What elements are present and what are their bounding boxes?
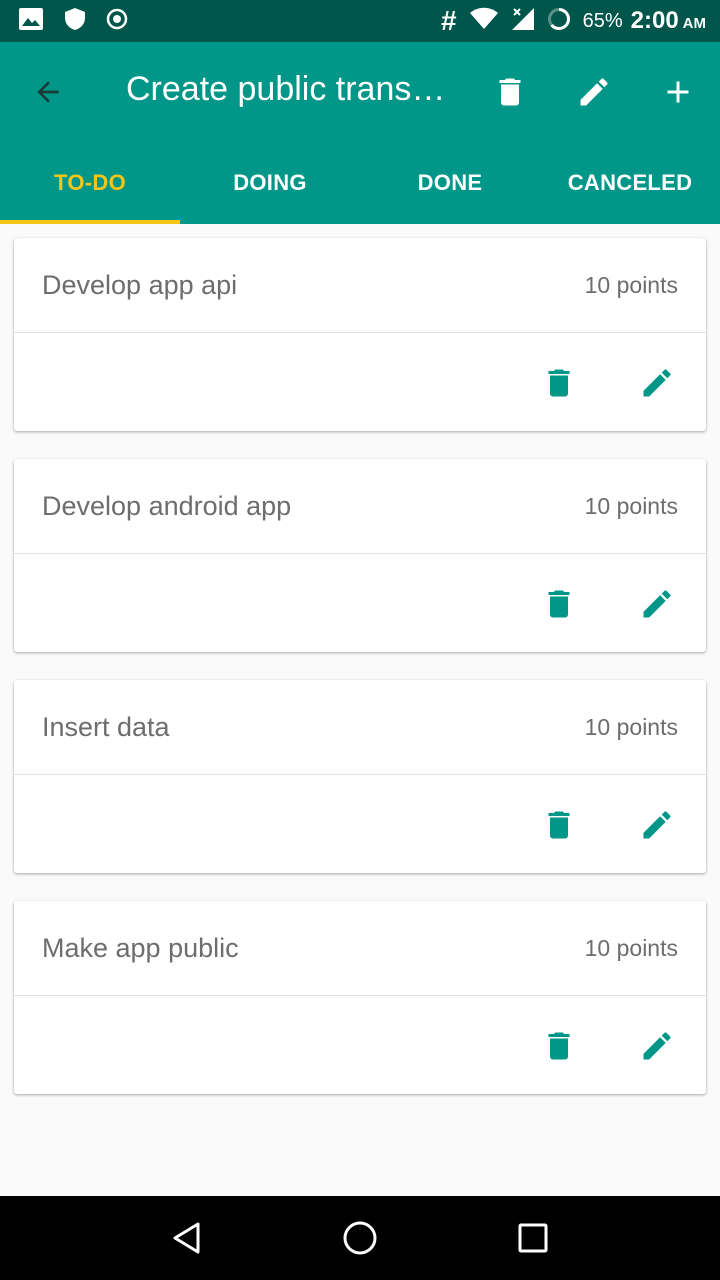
edit-task-button[interactable] (637, 1026, 677, 1066)
trash-icon (548, 811, 570, 839)
delete-project-button[interactable] (488, 70, 532, 114)
tab-done[interactable]: DONE (360, 142, 540, 224)
edit-task-button[interactable] (637, 584, 677, 624)
delete-task-button[interactable] (539, 1026, 579, 1066)
task-card-actions (14, 333, 706, 430)
task-points: 10 points (584, 934, 678, 961)
trash-icon (548, 1032, 570, 1060)
trash-icon (499, 78, 521, 106)
nav-recents-button[interactable] (511, 1216, 555, 1260)
task-name: Insert data (42, 711, 170, 742)
pencil-icon (643, 811, 671, 839)
task-name: Develop android app (42, 490, 292, 521)
add-task-button[interactable] (656, 70, 700, 114)
clock-ampm: AM (682, 15, 706, 32)
app-bar: Create public trans… TO-DO DOING DONE CA… (0, 42, 720, 224)
task-card-header: Insert data 10 points (14, 680, 706, 775)
back-button[interactable] (28, 72, 68, 112)
task-points: 10 points (584, 492, 678, 519)
clock-time: 2:00 (630, 7, 679, 34)
task-card[interactable]: Make app public 10 points (14, 901, 706, 1094)
toolbar: Create public trans… (0, 42, 720, 142)
hash-icon: # (441, 5, 457, 36)
task-card[interactable]: Insert data 10 points (14, 680, 706, 873)
page-title: Create public trans… (126, 70, 446, 108)
task-card[interactable]: Develop android app 10 points (14, 459, 706, 652)
task-card-header: Make app public 10 points (14, 901, 706, 996)
status-bar: # 65% 2:00 AM (0, 0, 720, 42)
triangle-back-icon (173, 1222, 200, 1254)
delete-task-button[interactable] (539, 805, 579, 845)
task-points: 10 points (584, 713, 678, 740)
tab-doing[interactable]: DOING (180, 142, 360, 224)
task-card-actions (14, 775, 706, 872)
tab-to-do[interactable]: TO-DO (0, 142, 180, 224)
task-card-actions (14, 996, 706, 1093)
trash-icon (548, 590, 570, 618)
active-tab-indicator (0, 220, 180, 224)
task-points: 10 points (584, 271, 678, 298)
delete-task-button[interactable] (539, 363, 579, 403)
arrow-back-icon (37, 81, 59, 103)
edit-task-button[interactable] (637, 805, 677, 845)
tab-bar: TO-DO DOING DONE CANCELED (0, 142, 720, 224)
pencil-icon (580, 78, 608, 106)
task-name: Make app public (42, 932, 239, 963)
wifi-icon (469, 7, 499, 36)
delete-task-button[interactable] (539, 584, 579, 624)
pencil-icon (643, 590, 671, 618)
circle-home-icon (343, 1221, 377, 1255)
pencil-icon (643, 1032, 671, 1060)
task-card-actions (14, 554, 706, 651)
edit-project-button[interactable] (572, 70, 616, 114)
square-recents-icon (518, 1223, 548, 1253)
plus-icon (667, 81, 689, 103)
task-card-header: Develop android app 10 points (14, 459, 706, 554)
tab-canceled[interactable]: CANCELED (540, 142, 720, 224)
task-name: Develop app api (42, 269, 238, 300)
task-card[interactable]: Develop app api 10 points (14, 238, 706, 431)
status-left (18, 7, 148, 36)
status-right: # 65% 2:00 AM (429, 5, 706, 37)
clock: 2:00 AM (631, 7, 706, 35)
trash-icon (548, 369, 570, 397)
record-icon (106, 8, 128, 35)
cell-signal-icon (511, 7, 535, 36)
task-card-header: Develop app api 10 points (14, 238, 706, 333)
battery-circle-icon (547, 7, 571, 36)
nav-back-button[interactable] (165, 1216, 209, 1260)
battery-percent: 65% (582, 9, 623, 32)
system-nav-bar (0, 1196, 720, 1280)
edit-task-button[interactable] (637, 363, 677, 403)
nav-home-button[interactable] (338, 1216, 382, 1260)
pencil-icon (643, 369, 671, 397)
shield-icon (64, 7, 86, 36)
image-notification-icon (18, 7, 44, 36)
